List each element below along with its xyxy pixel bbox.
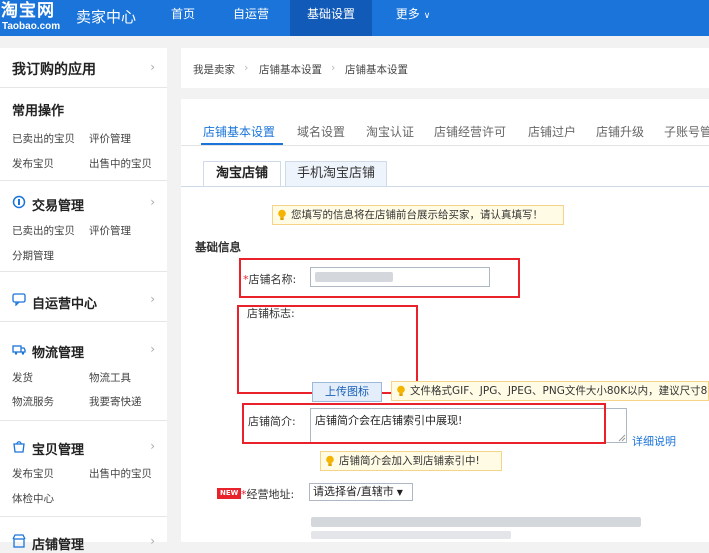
shop-logo-label: 店铺标志: (247, 307, 295, 320)
sidebar-link-logistics-service[interactable]: 物流服务 (12, 394, 54, 409)
redacted-address (311, 531, 511, 539)
transaction-icon (12, 195, 26, 209)
sidebar-link-sold-items[interactable]: 已卖出的宝贝 (12, 131, 75, 146)
shop-intro-label: 店铺简介: (248, 415, 296, 428)
shop-intro-textarea[interactable]: 店铺简介会在店铺索引中展现! (310, 408, 627, 443)
nav-more-label: 更多 (395, 7, 420, 21)
new-badge: NEW (217, 488, 242, 499)
lightbulb-icon (326, 455, 334, 466)
sidebar-section-shop[interactable]: 店铺管理 (32, 534, 84, 553)
shop-icon (12, 534, 26, 548)
tab-domain-settings[interactable]: 域名设置 (297, 123, 345, 140)
sidebar-link-publish[interactable]: 发布宝贝 (12, 156, 54, 171)
sidebar-section-self-operation[interactable]: 自运营中心 (32, 293, 97, 312)
redacted-address (311, 517, 641, 527)
nav-self-operation[interactable]: 自运营 (220, 0, 282, 36)
address-label-text: 经营地址: (246, 488, 295, 501)
info-tip-text: 您填写的信息将在店铺前台展示给买家，请认真填写！ (291, 209, 543, 221)
province-select-value: 请选择省/直辖市 (313, 485, 394, 498)
breadcrumb-separator-icon: › (244, 61, 249, 74)
redacted-text (315, 272, 393, 282)
breadcrumb-separator-icon: › (331, 61, 336, 74)
sidebar: 我订购的应用 › 常用操作 已卖出的宝贝 评价管理 发布宝贝 出售中的宝贝 交易… (0, 48, 167, 553)
chevron-right-icon: › (150, 195, 155, 209)
tab-taobao-certification[interactable]: 淘宝认证 (366, 123, 414, 140)
nav-more[interactable]: 更多 ∨ (384, 0, 442, 36)
nav-basic-settings[interactable]: 基础设置 (290, 0, 372, 36)
sidebar-divider (0, 271, 167, 272)
province-select[interactable]: 请选择省/直辖市 ▼ (309, 483, 413, 501)
sidebar-link-checkup[interactable]: 体检中心 (12, 491, 54, 506)
main-panel: 店铺基本设置 域名设置 淘宝认证 店铺经营许可 店铺过户 店铺升级 子账号管 淘… (181, 99, 709, 542)
sidebar-link-on-sale-2[interactable]: 出售中的宝贝 (89, 466, 152, 481)
nav-home[interactable]: 首页 (160, 0, 206, 36)
sidebar-section-logistics[interactable]: 物流管理 (32, 342, 84, 361)
taobao-logo[interactable]: 淘宝网 Taobao.com (0, 0, 70, 36)
sidebar-link-logistics-tools[interactable]: 物流工具 (89, 370, 131, 385)
sidebar-link-sold-items-2[interactable]: 已卖出的宝贝 (12, 223, 75, 238)
tab-divider (181, 186, 709, 187)
tab-mobile-taobao-shop[interactable]: 手机淘宝店铺 (285, 161, 387, 186)
resize-grip-icon[interactable] (618, 434, 626, 442)
detail-description-link[interactable]: 详细说明 (632, 433, 676, 449)
chevron-down-icon: ∨ (423, 11, 431, 21)
logo-subtext: Taobao.com (2, 21, 61, 32)
breadcrumb-item-seller[interactable]: 我是卖家 (193, 62, 235, 77)
shop-name-label-text: 店铺名称: (248, 273, 297, 286)
tab-shop-transfer[interactable]: 店铺过户 (528, 123, 576, 140)
sidebar-section-common: 常用操作 (12, 104, 65, 119)
sidebar-link-on-sale[interactable]: 出售中的宝贝 (89, 156, 152, 171)
sidebar-link-send-express[interactable]: 我要寄快递 (89, 394, 142, 409)
tab-shop-basic-settings[interactable]: 店铺基本设置 (203, 123, 275, 140)
intro-index-tip: 店铺简介会加入到店铺索引中! (320, 451, 502, 471)
top-navigation-bar: 淘宝网 Taobao.com 卖家中心 首页 自运营 基础设置 更多 ∨ (0, 0, 709, 36)
section-title-basic-info: 基础信息 (195, 240, 241, 254)
sidebar-section-goods[interactable]: 宝贝管理 (32, 439, 84, 458)
breadcrumb: 我是卖家 › 店铺基本设置 › 店铺基本设置 (181, 48, 709, 88)
lightbulb-icon (278, 209, 286, 220)
shop-name-input[interactable] (310, 267, 490, 287)
app-title[interactable]: 卖家中心 (76, 6, 136, 28)
breadcrumb-item-shop-settings[interactable]: 店铺基本设置 (259, 62, 322, 77)
goods-icon (13, 441, 25, 453)
logo-format-tip: 文件格式GIF、JPG、JPEG、PNG文件大小80K以内，建议尺寸8 (391, 381, 709, 401)
sidebar-divider (0, 516, 167, 517)
sidebar-link-reviews[interactable]: 评价管理 (89, 131, 131, 146)
sidebar-divider (0, 420, 167, 421)
sidebar-apps-header[interactable]: 我订购的应用 › (0, 48, 167, 88)
tab-shop-upgrade[interactable]: 店铺升级 (596, 123, 644, 140)
sidebar-link-publish-2[interactable]: 发布宝贝 (12, 466, 54, 481)
tab-taobao-shop[interactable]: 淘宝店铺 (203, 161, 281, 187)
logo-text: 淘宝网 (1, 1, 55, 21)
sidebar-link-reviews-2[interactable]: 评价管理 (89, 223, 131, 238)
sidebar-apps-title: 我订购的应用 (12, 62, 96, 78)
sidebar-section-transactions[interactable]: 交易管理 (32, 195, 84, 214)
tab-sub-account[interactable]: 子账号管 (664, 123, 709, 140)
chat-icon (12, 293, 26, 306)
sidebar-link-installment[interactable]: 分期管理 (12, 248, 54, 263)
sidebar-divider (0, 180, 167, 181)
chevron-right-icon: › (150, 342, 155, 356)
sidebar-divider (0, 321, 167, 322)
logistics-icon (12, 345, 26, 355)
breadcrumb-item-current: 店铺基本设置 (345, 64, 408, 76)
chevron-right-icon: › (150, 439, 155, 453)
info-tip: 您填写的信息将在店铺前台展示给买家，请认真填写！ (272, 205, 564, 225)
tab-divider (181, 145, 709, 146)
upload-logo-button[interactable]: 上传图标 (312, 382, 382, 402)
logo-format-tip-text: 文件格式GIF、JPG、JPEG、PNG文件大小80K以内，建议尺寸8 (410, 385, 708, 397)
intro-index-tip-text: 店铺简介会加入到店铺索引中! (339, 455, 480, 467)
chevron-right-icon: › (150, 534, 155, 548)
dropdown-arrow-icon: ▼ (396, 488, 403, 497)
chevron-right-icon: › (150, 292, 155, 306)
chevron-right-icon: › (150, 60, 155, 74)
tab-business-license[interactable]: 店铺经营许可 (434, 123, 506, 140)
shop-name-label: *店铺名称: (243, 271, 296, 287)
lightbulb-icon (397, 385, 405, 396)
address-label: *经营地址: (241, 486, 294, 502)
sidebar-link-ship[interactable]: 发货 (12, 370, 33, 385)
